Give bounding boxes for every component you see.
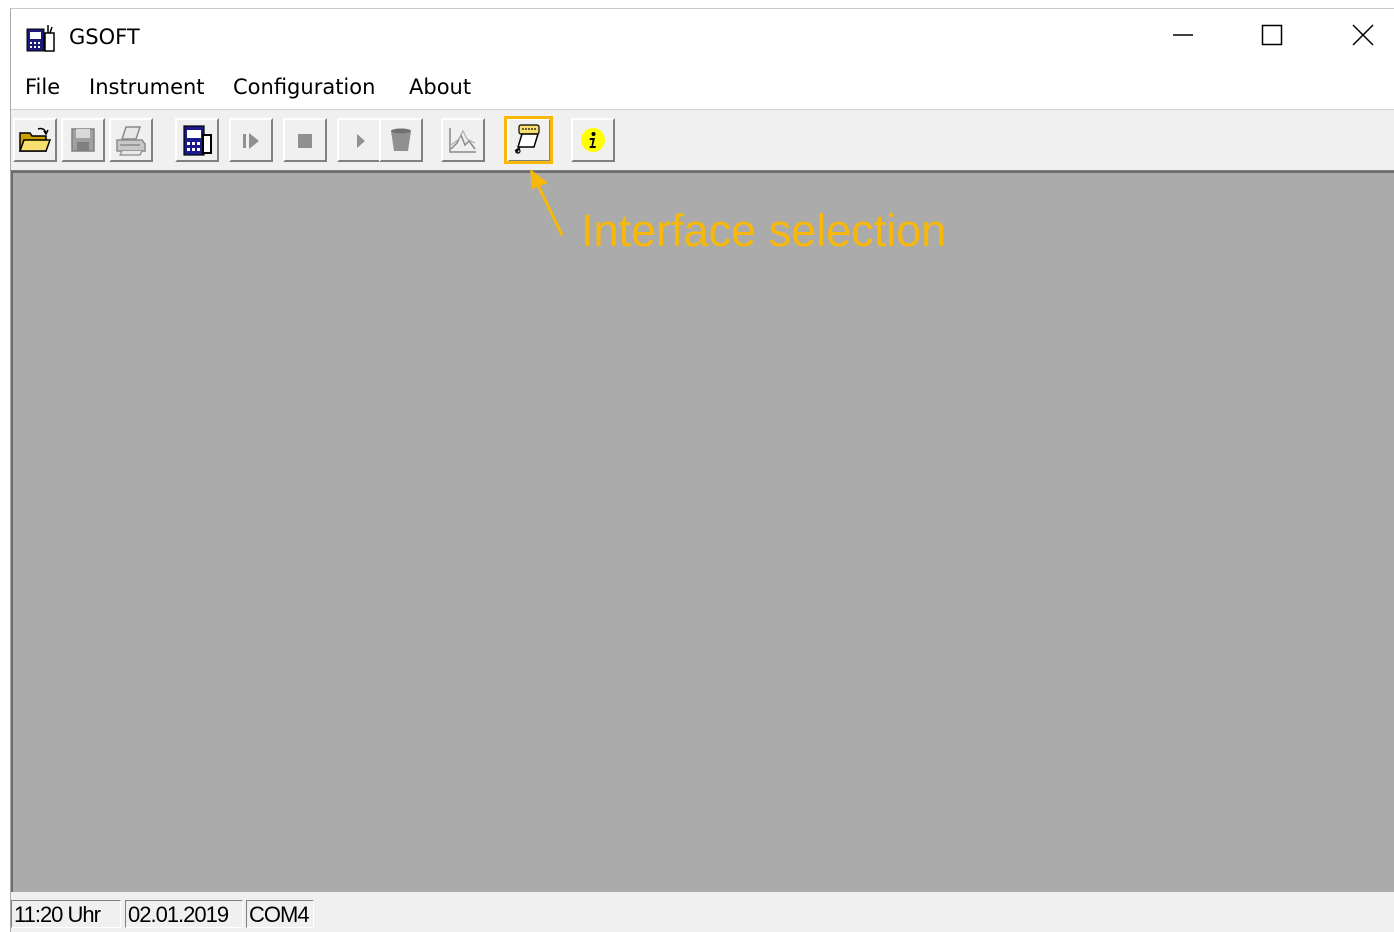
minimize-icon [1172, 24, 1194, 51]
stop-button[interactable] [283, 118, 327, 162]
interface-selection-highlight [504, 116, 553, 164]
status-time: 11:20 Uhr [11, 900, 121, 928]
play-icon [344, 125, 374, 155]
maximize-button[interactable] [1226, 9, 1318, 65]
window-title: GSOFT [69, 25, 140, 49]
title-bar[interactable]: GSOFT [11, 9, 1394, 65]
status-port: COM4 [246, 900, 314, 928]
menu-bar: File Instrument Configuration About [11, 65, 1394, 110]
info-button[interactable] [571, 118, 615, 162]
bucket-button[interactable] [379, 118, 423, 162]
open-folder-icon [18, 125, 52, 155]
workspace-area [11, 171, 1394, 892]
menu-about[interactable]: About [409, 75, 471, 99]
step-forward-button[interactable] [229, 118, 273, 162]
step-forward-icon [236, 125, 266, 155]
annotation-arrow-icon [526, 167, 566, 244]
open-button[interactable] [13, 118, 57, 162]
graph-icon [447, 125, 479, 155]
menu-file[interactable]: File [25, 75, 60, 99]
status-bar: 11:20 Uhr 02.01.2019 COM4 [11, 894, 1394, 932]
save-icon [68, 125, 98, 155]
menu-configuration[interactable]: Configuration [233, 75, 375, 99]
minimize-button[interactable] [1137, 9, 1229, 65]
instrument-button[interactable] [175, 118, 219, 162]
annotation-label: Interface selection [581, 205, 947, 256]
print-button[interactable] [109, 118, 153, 162]
status-date: 02.01.2019 [125, 900, 243, 928]
bucket-icon [386, 125, 416, 155]
save-button[interactable] [61, 118, 105, 162]
app-icon [26, 23, 56, 53]
maximize-icon [1261, 24, 1283, 51]
application-window: GSOFT File Instrument Configuration Abou… [10, 8, 1394, 932]
close-button[interactable] [1317, 9, 1394, 65]
instrument-icon [181, 123, 213, 157]
close-icon [1352, 23, 1374, 51]
stop-icon [290, 125, 320, 155]
toolbar [11, 110, 1394, 171]
menu-instrument[interactable]: Instrument [89, 75, 205, 99]
graph-button[interactable] [441, 118, 485, 162]
info-icon [578, 125, 608, 155]
print-icon [114, 124, 148, 156]
play-button[interactable] [337, 118, 381, 162]
